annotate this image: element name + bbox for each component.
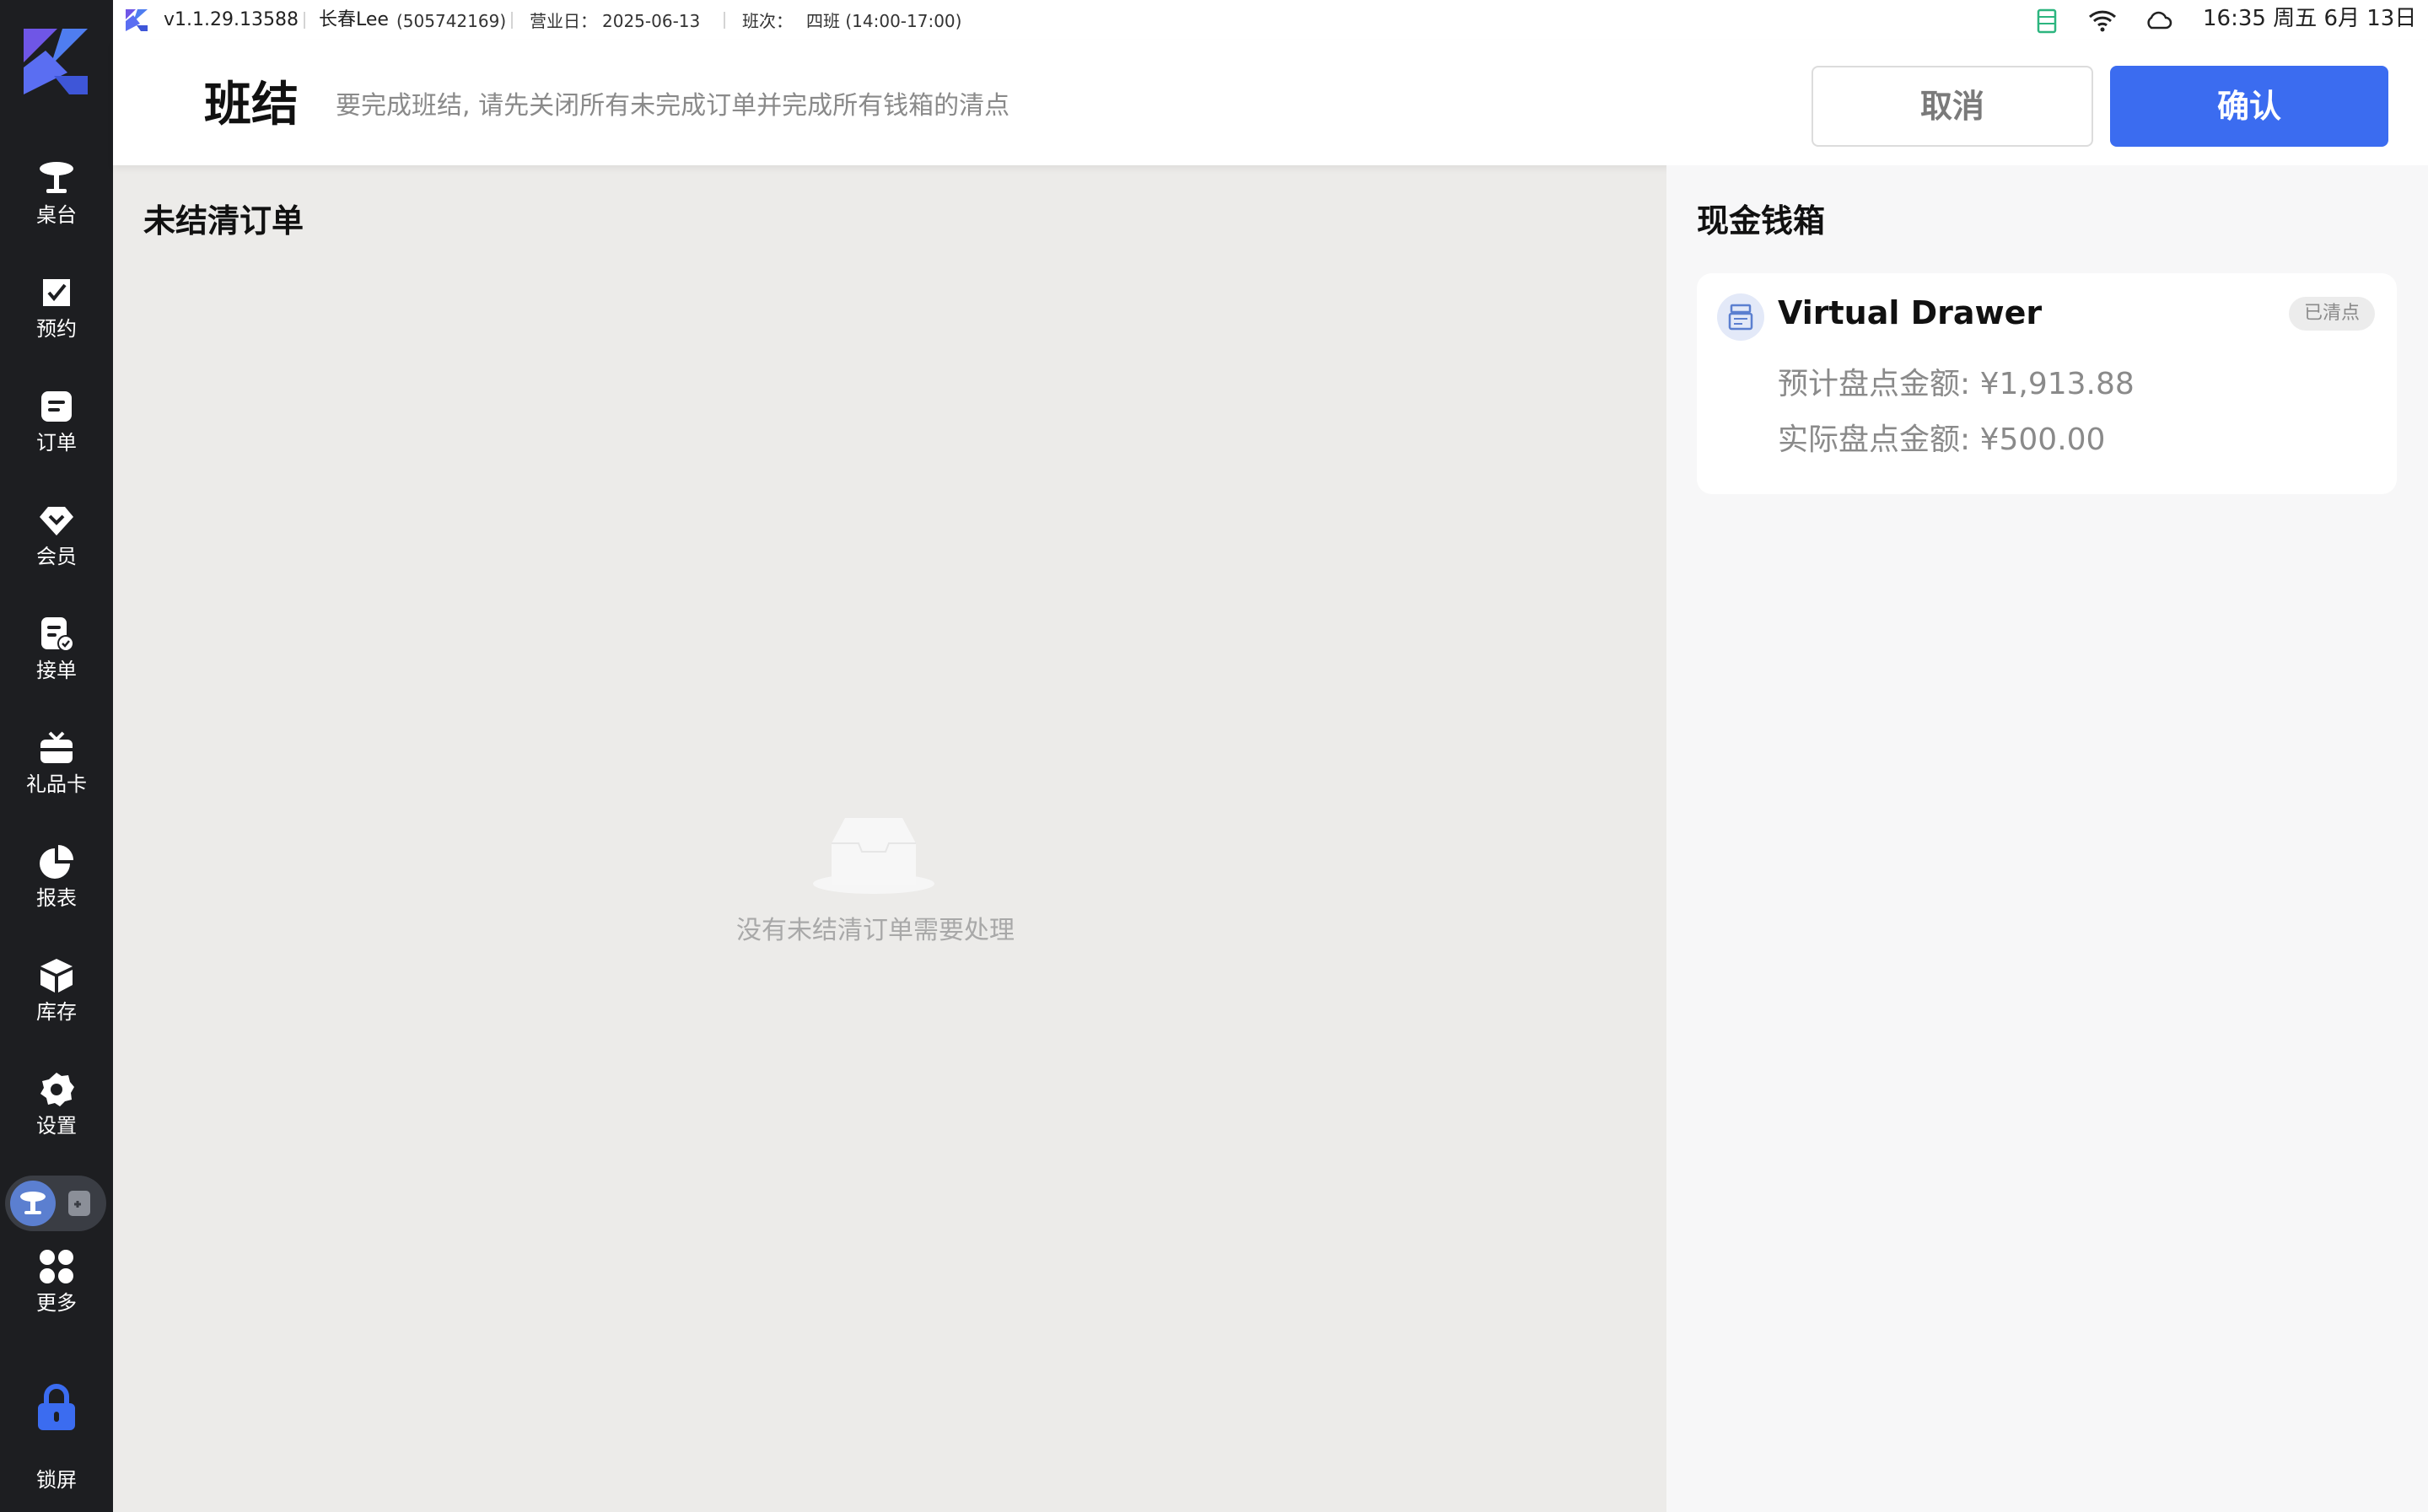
reservation-icon bbox=[43, 279, 70, 306]
sidebar-item-label: 更多 bbox=[36, 1291, 77, 1315]
sidebar-item-reports[interactable]: 报表 bbox=[0, 833, 113, 934]
empty-inbox-icon bbox=[813, 818, 934, 894]
lock-screen-label: 锁屏 bbox=[36, 1468, 77, 1492]
lock-screen-button[interactable]: 锁屏 bbox=[0, 1383, 113, 1492]
shift-value: 四班 (14:00-17:00) bbox=[806, 11, 962, 31]
empty-state-text: 没有未结清订单需要处理 bbox=[736, 916, 1015, 945]
table-icon bbox=[20, 1192, 46, 1214]
sidebar-item-label: 报表 bbox=[36, 886, 77, 910]
table-mode-option[interactable] bbox=[10, 1181, 56, 1226]
order-icon bbox=[41, 391, 72, 422]
accept-order-icon bbox=[41, 617, 74, 652]
sidebar-item-label: 库存 bbox=[36, 1000, 77, 1024]
quick-order-icon[interactable] bbox=[64, 1187, 96, 1219]
lock-icon bbox=[38, 1384, 75, 1430]
sidebar-item-more[interactable]: 更多 bbox=[0, 1238, 113, 1339]
app-logo-icon bbox=[24, 29, 88, 94]
actual-count-amount: 实际盘点金额: ¥500.00 bbox=[1778, 422, 2106, 457]
status-badge: 已清点 bbox=[2288, 297, 2375, 331]
sidebar-item-label: 预约 bbox=[36, 317, 77, 341]
business-day: 2025-06-13 bbox=[602, 11, 701, 31]
app-version: v1.1.29.13588 bbox=[164, 9, 299, 30]
cash-drawer-title: 现金钱箱 bbox=[1697, 202, 1826, 239]
report-icon bbox=[40, 845, 73, 879]
sidebar-item-label: 设置 bbox=[36, 1114, 77, 1138]
cloud-icon bbox=[2147, 11, 2172, 30]
business-day-label: 营业日： bbox=[530, 11, 597, 31]
divider bbox=[304, 12, 305, 29]
sidebar-item-label: 订单 bbox=[36, 431, 77, 455]
clock: 16:35 周五 6月 13日 bbox=[2203, 6, 2417, 31]
sidebar-item-reservation[interactable]: 预约 bbox=[0, 264, 113, 365]
expected-count-amount: 预计盘点金额: ¥1,913.88 bbox=[1778, 367, 2135, 401]
sidebar-item-label: 礼品卡 bbox=[26, 772, 87, 796]
sidebar-item-orders[interactable]: 订单 bbox=[0, 378, 113, 479]
sidebar-item-label: 桌台 bbox=[36, 203, 77, 227]
cancel-button[interactable]: 取消 bbox=[1812, 66, 2093, 147]
user-id: (505742169) bbox=[396, 11, 507, 31]
shift-label: 班次： bbox=[742, 11, 793, 31]
settings-icon bbox=[40, 1073, 74, 1106]
sidebar-item-members[interactable]: 会员 bbox=[0, 492, 113, 593]
sidebar-item-label: 接单 bbox=[36, 659, 77, 682]
wifi-icon bbox=[2088, 10, 2117, 32]
sidebar-item-accept-orders[interactable]: 接单 bbox=[0, 605, 113, 707]
page-description: 要完成班结, 请先关闭所有未完成订单并完成所有钱箱的清点 bbox=[336, 91, 1010, 121]
printer-status-icon[interactable] bbox=[2036, 8, 2058, 34]
member-icon bbox=[40, 507, 73, 535]
more-apps-icon bbox=[40, 1250, 73, 1283]
cash-register-icon bbox=[1717, 293, 1764, 341]
gift-card-icon bbox=[40, 731, 73, 763]
unsettled-orders-title: 未结清订单 bbox=[143, 202, 304, 239]
status-bar: v1.1.29.13588 长春Lee (505742169) 营业日： 202… bbox=[113, 0, 2428, 40]
mode-toggle[interactable] bbox=[5, 1176, 106, 1231]
table-icon bbox=[40, 162, 73, 193]
inventory-icon bbox=[40, 959, 73, 993]
user-name: 长春Lee bbox=[319, 9, 389, 30]
divider bbox=[724, 12, 725, 29]
drawer-card[interactable]: Virtual Drawer 已清点 预计盘点金额: ¥1,913.88 实际盘… bbox=[1697, 273, 2397, 494]
app-logo-icon bbox=[126, 9, 148, 31]
page-title: 班结 bbox=[204, 78, 299, 132]
drawer-name: Virtual Drawer bbox=[1778, 294, 2043, 331]
page-header: 班结 要完成班结, 请先关闭所有未完成订单并完成所有钱箱的清点 取消 确认 bbox=[113, 40, 2428, 165]
sidebar: 桌台 预约 订单 会员 接单 礼品卡 报表 库存 设置 更多 锁屏 bbox=[0, 0, 113, 1512]
sidebar-item-inventory[interactable]: 库存 bbox=[0, 947, 113, 1048]
sidebar-item-tables[interactable]: 桌台 bbox=[0, 150, 113, 251]
sidebar-item-label: 会员 bbox=[36, 545, 77, 568]
confirm-button[interactable]: 确认 bbox=[2110, 66, 2388, 147]
sidebar-item-settings[interactable]: 设置 bbox=[0, 1061, 113, 1162]
divider bbox=[511, 12, 513, 29]
sidebar-item-gift-card[interactable]: 礼品卡 bbox=[0, 719, 113, 821]
cash-drawer-panel: 现金钱箱 Virtual Drawer 已清点 预计盘点金额: ¥1,913.8… bbox=[1666, 165, 2428, 1512]
